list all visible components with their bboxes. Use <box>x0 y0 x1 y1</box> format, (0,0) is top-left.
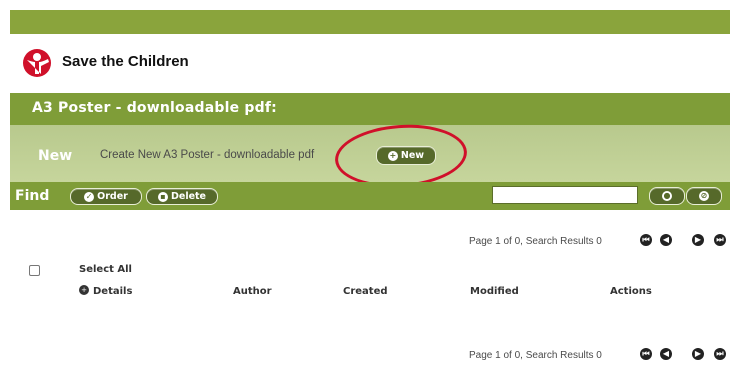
trash-icon: ▪ <box>157 191 168 202</box>
order-button[interactable]: ✓ Order <box>70 188 142 205</box>
column-created[interactable]: Created <box>343 286 388 297</box>
search-input[interactable] <box>492 186 638 204</box>
select-all-checkbox[interactable] <box>29 265 40 276</box>
column-actions: Actions <box>610 286 652 297</box>
brand-name: Save the Children <box>62 53 189 70</box>
details-icon[interactable]: + <box>79 285 89 295</box>
column-author[interactable]: Author <box>233 286 272 297</box>
page-title: A3 Poster - downloadable pdf: <box>32 100 277 116</box>
column-details[interactable]: Details <box>93 286 132 297</box>
new-description: Create New A3 Poster - downloadable pdf <box>100 149 315 161</box>
search-button[interactable]: ● <box>649 187 685 205</box>
find-label: Find <box>15 188 50 204</box>
pagination-text-bottom: Page 1 of 0, Search Results 0 <box>469 350 602 361</box>
first-page-icon[interactable]: ⏮ <box>640 234 652 246</box>
next-page-icon[interactable]: ▶ <box>692 348 704 360</box>
order-button-label: Order <box>97 191 128 202</box>
search-icon: ● <box>662 191 672 201</box>
delete-button-label: Delete <box>170 191 206 202</box>
first-page-icon[interactable]: ⏮ <box>640 348 652 360</box>
select-all-label: Select All <box>79 264 132 275</box>
top-green-bar <box>10 10 730 34</box>
clear-button[interactable]: ⊘ <box>686 187 722 205</box>
clear-icon: ⊘ <box>699 191 709 201</box>
new-label: New <box>38 148 73 164</box>
prev-page-icon[interactable]: ◀ <box>660 234 672 246</box>
next-page-icon[interactable]: ▶ <box>692 234 704 246</box>
prev-page-icon[interactable]: ◀ <box>660 348 672 360</box>
pagination-text-top: Page 1 of 0, Search Results 0 <box>469 236 602 247</box>
column-modified[interactable]: Modified <box>470 286 519 297</box>
last-page-icon[interactable]: ⏭ <box>714 234 726 246</box>
page-title-bar: A3 Poster - downloadable pdf: <box>10 93 730 125</box>
order-icon: ✓ <box>84 191 95 202</box>
save-the-children-logo-icon <box>23 49 51 77</box>
delete-button[interactable]: ▪ Delete <box>146 188 218 205</box>
top-spacer <box>0 0 730 10</box>
last-page-icon[interactable]: ⏭ <box>714 348 726 360</box>
